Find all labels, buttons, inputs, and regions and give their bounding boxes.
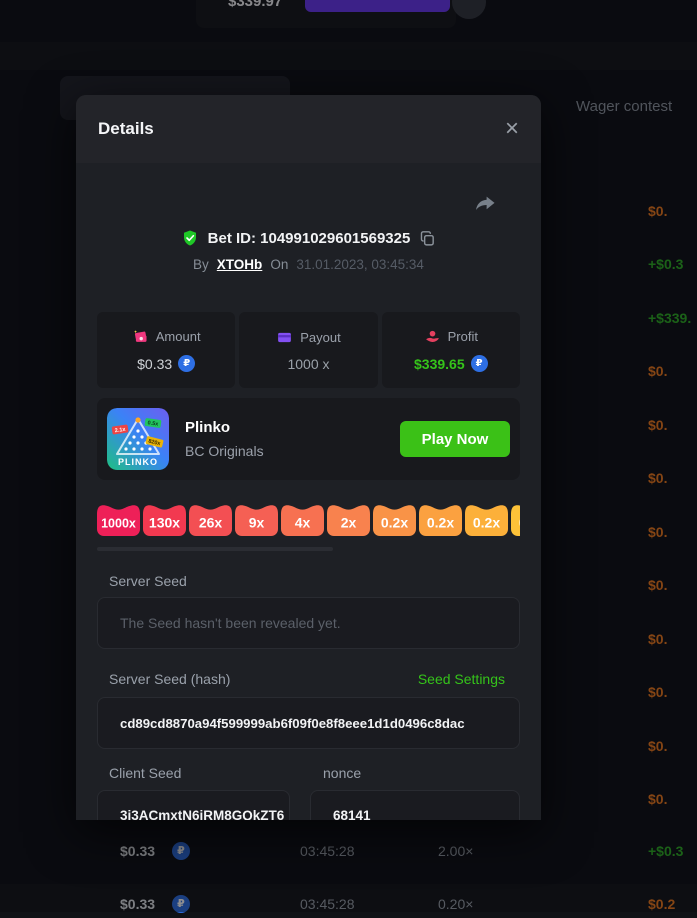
multiplier-chip: 0.2x <box>465 502 508 536</box>
game-provider: BC Originals <box>185 443 264 459</box>
details-modal: Details × Bet ID: 104991029601569325 By … <box>76 95 541 820</box>
profit-label: Profit <box>448 329 478 344</box>
multiplier-chip: 0.2x <box>419 502 462 536</box>
profit-value-row: $339.65 ₽ <box>414 355 488 372</box>
profit-card: Profit $339.65 ₽ <box>382 312 520 388</box>
plinko-game-thumbnail: 2.1x 0.5x 820x PLINKO <box>107 408 169 470</box>
svg-text:9x: 9x <box>249 515 265 531</box>
by-label: By <box>193 257 209 272</box>
modal-header: Details × <box>76 95 541 163</box>
copy-icon[interactable] <box>419 230 436 247</box>
ruble-coin-icon: ₽ <box>178 355 195 372</box>
svg-text:2x: 2x <box>341 515 357 531</box>
modal-content: Bet ID: 104991029601569325 By XTOHb On 3… <box>76 163 541 820</box>
payout-value-row: 1000 x <box>287 356 329 372</box>
bet-stats-row: Amount $0.33 ₽ Payout 1000 x <box>97 312 520 388</box>
amount-value-row: $0.33 ₽ <box>137 355 195 372</box>
nonce-value: 68141 <box>333 808 371 821</box>
bet-datetime: 31.01.2023, 03:45:34 <box>296 257 424 272</box>
payout-label: Payout <box>300 330 340 345</box>
multiplier-strip-scrollbar[interactable] <box>97 547 333 551</box>
svg-text:130x: 130x <box>149 515 180 531</box>
svg-text:0.2x: 0.2x <box>427 515 454 531</box>
credit-card-icon <box>276 329 293 346</box>
bet-meta-row: By XTOHb On 31.01.2023, 03:45:34 <box>76 257 541 272</box>
multiplier-chip: 2x <box>327 502 370 536</box>
hand-coin-icon <box>424 328 441 345</box>
username-link[interactable]: XTOHb <box>217 257 263 272</box>
server-seed-label: Server Seed <box>109 573 187 589</box>
svg-text:0.2x: 0.2x <box>381 515 408 531</box>
svg-text:0.2x: 0.2x <box>519 515 520 531</box>
multiplier-strip: 1000x 130x 26x 9x 4x 2x 0.2x 0.2x 0.2x 0.2x <box>97 502 520 536</box>
server-seed-field[interactable]: The Seed hasn't been revealed yet. <box>97 597 520 649</box>
seed-settings-link[interactable]: Seed Settings <box>418 671 505 687</box>
svg-text:1000x: 1000x <box>101 517 136 531</box>
server-seed-hash-label: Server Seed (hash) <box>109 671 230 687</box>
client-seed-value: 3i3ACmxtN6iRM8GQkZT6 <box>120 808 284 821</box>
amount-label: Amount <box>156 329 201 344</box>
svg-text:26x: 26x <box>199 515 223 531</box>
profit-value: $339.65 <box>414 356 465 372</box>
server-seed-value: The Seed hasn't been revealed yet. <box>120 615 341 631</box>
modal-title: Details <box>98 119 154 139</box>
svg-text:0.2x: 0.2x <box>473 515 500 531</box>
server-seed-hash-value: cd89cd8870a94f599999ab6f09f0e8f8eee1d1d0… <box>120 716 465 731</box>
nonce-label: nonce <box>323 765 361 781</box>
multiplier-chip: 0.2x <box>511 502 520 536</box>
amount-value: $0.33 <box>137 356 172 372</box>
multiplier-chip: 4x <box>281 502 324 536</box>
amount-card: Amount $0.33 ₽ <box>97 312 235 388</box>
game-card: 2.1x 0.5x 820x PLINKO Plinko BC Original… <box>97 398 520 480</box>
server-seed-hash-field[interactable]: cd89cd8870a94f599999ab6f09f0e8f8eee1d1d0… <box>97 697 520 749</box>
multiplier-chip: 1000x <box>97 502 140 536</box>
multiplier-chip: 9x <box>235 502 278 536</box>
payout-value: 1000 x <box>287 356 329 372</box>
cash-icon <box>132 328 149 345</box>
nonce-field[interactable]: 68141 <box>310 790 520 820</box>
payout-card: Payout 1000 x <box>239 312 377 388</box>
client-seed-label: Client Seed <box>109 765 181 781</box>
game-name: Plinko <box>185 419 264 436</box>
svg-text:4x: 4x <box>295 515 311 531</box>
server-seed-hash-row: Server Seed (hash) Seed Settings <box>97 671 520 687</box>
bet-id-row: Bet ID: 104991029601569325 <box>76 229 541 247</box>
on-label: On <box>270 257 288 272</box>
bet-id: Bet ID: 104991029601569325 <box>208 230 411 247</box>
client-seed-field[interactable]: 3i3ACmxtN6iRM8GQkZT6 <box>97 790 290 820</box>
tile-label: PLINKO <box>118 457 158 467</box>
verified-shield-icon <box>181 229 199 247</box>
ruble-coin-icon: ₽ <box>471 355 488 372</box>
multiplier-chip: 0.2x <box>373 502 416 536</box>
play-now-button[interactable]: Play Now <box>400 421 510 457</box>
close-icon[interactable]: × <box>505 117 519 141</box>
share-icon[interactable] <box>472 191 498 222</box>
multiplier-chip: 26x <box>189 502 232 536</box>
multiplier-chip: 130x <box>143 502 186 536</box>
